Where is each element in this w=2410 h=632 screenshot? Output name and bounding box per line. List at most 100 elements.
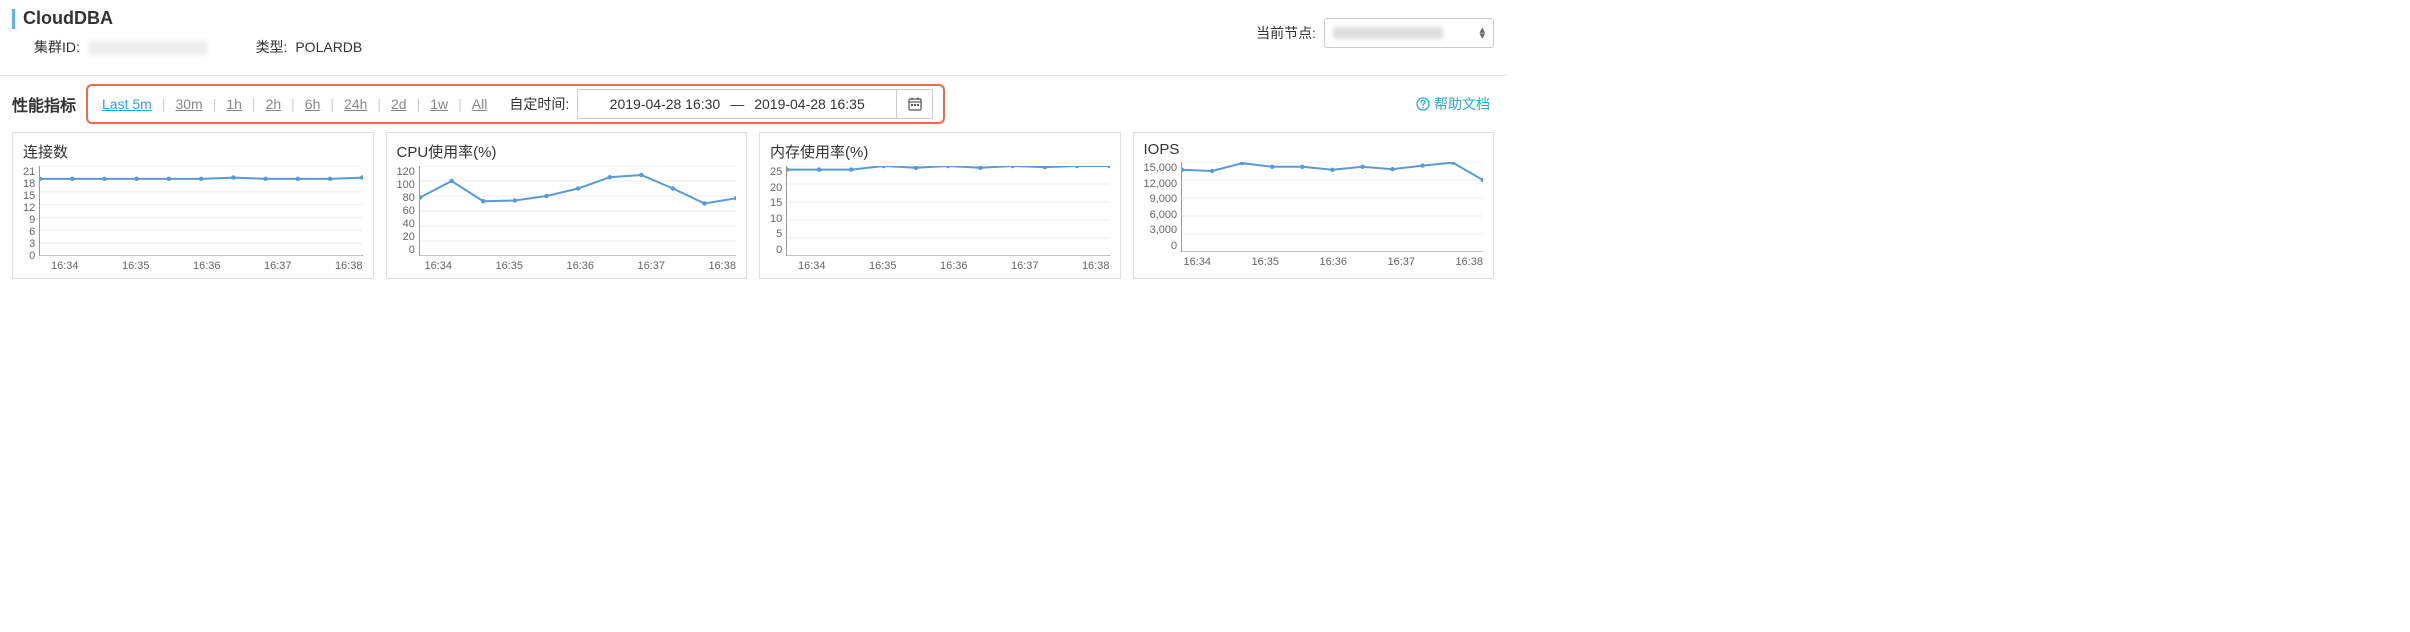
toolbar: 性能指标 Last 5m | 30m | 1h | 2h | 6h | 24h | 2d | 1w | All … <box>0 76 1506 132</box>
x-tick: 16:35 <box>122 260 150 272</box>
chart-card-3: IOPS 15,000 12,000 9,000 6,000 3,000 0 16:34 16:… <box>1133 132 1495 279</box>
y-tick: 0 <box>776 244 782 256</box>
y-tick: 12 <box>23 202 35 214</box>
y-tick: 40 <box>403 218 415 230</box>
y-tick: 0 <box>409 244 415 256</box>
range-separator: | <box>330 96 334 112</box>
y-tick: 20 <box>403 231 415 243</box>
time-range-all[interactable]: All <box>468 96 492 112</box>
current-node-label: 当前节点: <box>1256 23 1316 43</box>
range-separator: | <box>291 96 295 112</box>
x-tick: 16:35 <box>495 260 523 272</box>
y-tick: 10 <box>770 213 782 225</box>
page-title: CloudDBA <box>23 8 113 29</box>
calendar-icon <box>908 97 922 111</box>
chart-title: CPU使用率(%) <box>397 141 737 162</box>
time-range-highlight: Last 5m | 30m | 1h | 2h | 6h | 24h | 2d | 1w | All 自定时间:… <box>86 84 945 124</box>
x-tick: 16:38 <box>335 260 363 272</box>
time-range-last5m[interactable]: Last 5m <box>98 96 156 112</box>
range-separator: | <box>377 96 381 112</box>
x-tick: 16:35 <box>869 260 897 272</box>
y-tick: 3,000 <box>1150 224 1178 236</box>
range-separator: | <box>252 96 256 112</box>
range-separator: | <box>162 96 166 112</box>
range-separator: | <box>417 96 421 112</box>
y-tick: 0 <box>29 250 35 262</box>
range-separator: | <box>213 96 217 112</box>
x-tick: 16:36 <box>566 260 594 272</box>
date-from: 2019-04-28 16:30 <box>610 96 721 112</box>
x-tick: 16:34 <box>425 260 453 272</box>
time-range-24h[interactable]: 24h <box>340 96 371 112</box>
chart-title: 连接数 <box>23 141 363 162</box>
time-range-1h[interactable]: 1h <box>222 96 246 112</box>
y-tick: 20 <box>770 182 782 194</box>
type-label: 类型: <box>256 39 288 55</box>
select-arrows-icon: ▴▾ <box>1479 27 1485 39</box>
section-title: 性能指标 <box>12 92 76 116</box>
y-tick: 80 <box>403 192 415 204</box>
chart-title: 内存使用率(%) <box>770 141 1110 162</box>
x-tick: 16:37 <box>1387 256 1415 268</box>
time-range-6h[interactable]: 6h <box>301 96 325 112</box>
y-tick: 21 <box>23 166 35 178</box>
x-tick: 16:38 <box>708 260 736 272</box>
x-tick: 16:35 <box>1251 256 1279 268</box>
x-tick: 16:36 <box>1319 256 1347 268</box>
y-tick: 3 <box>29 238 35 250</box>
range-separator: | <box>458 96 462 112</box>
time-range-30m[interactable]: 30m <box>171 96 206 112</box>
x-tick: 16:37 <box>264 260 292 272</box>
chart-card-0: 连接数 211815129630 16:34 16:35 16:36 16:37 16:38 <box>12 132 374 279</box>
chart-plot <box>39 166 362 256</box>
x-tick: 16:38 <box>1082 260 1110 272</box>
y-tick: 60 <box>403 205 415 217</box>
date-range-input[interactable]: 2019-04-28 16:30 — 2019-04-28 16:35 <box>577 89 897 119</box>
chart-plot <box>419 166 736 256</box>
date-sep: — <box>730 96 744 112</box>
x-tick: 16:36 <box>940 260 968 272</box>
y-tick: 6 <box>29 226 35 238</box>
time-range-1w[interactable]: 1w <box>426 96 452 112</box>
y-tick: 0 <box>1171 240 1177 252</box>
x-tick: 16:34 <box>798 260 826 272</box>
x-tick: 16:36 <box>193 260 221 272</box>
help-docs-label: 帮助文档 <box>1434 94 1490 114</box>
y-tick: 120 <box>397 166 415 178</box>
x-tick: 16:37 <box>1011 260 1039 272</box>
type-value: POLARDB <box>295 39 362 55</box>
y-tick: 6,000 <box>1150 209 1178 221</box>
y-tick: 100 <box>397 179 415 191</box>
x-tick: 16:37 <box>637 260 665 272</box>
y-tick: 25 <box>770 166 782 178</box>
help-icon <box>1416 97 1430 111</box>
x-tick: 16:38 <box>1455 256 1483 268</box>
y-tick: 9 <box>29 214 35 226</box>
cluster-id-label: 集群ID: <box>34 39 80 55</box>
y-tick: 15,000 <box>1144 162 1178 174</box>
y-tick: 15 <box>770 197 782 209</box>
y-tick: 18 <box>23 178 35 190</box>
title-accent <box>12 9 15 29</box>
node-select[interactable]: ▴▾ <box>1324 18 1494 48</box>
custom-time-label: 自定时间: <box>509 94 569 114</box>
chart-title: IOPS <box>1144 141 1484 158</box>
y-tick: 12,000 <box>1144 178 1178 190</box>
chart-card-2: 内存使用率(%) 25 20 15 10 5 0 16:34 16:35 16:36 16:37 16… <box>759 132 1121 279</box>
x-tick: 16:34 <box>1184 256 1212 268</box>
y-tick: 5 <box>776 228 782 240</box>
time-range-2d[interactable]: 2d <box>387 96 411 112</box>
chart-card-1: CPU使用率(%) 120100806040200 16:34 16:35 16:36 1… <box>386 132 748 279</box>
y-tick: 9,000 <box>1150 193 1178 205</box>
y-tick: 15 <box>23 190 35 202</box>
help-docs-link[interactable]: 帮助文档 <box>1416 94 1490 114</box>
current-node: 当前节点: ▴▾ <box>1256 18 1494 48</box>
chart-plot <box>786 166 1109 256</box>
x-tick: 16:34 <box>51 260 79 272</box>
chart-plot <box>1181 162 1483 252</box>
time-range-2h[interactable]: 2h <box>262 96 286 112</box>
cluster-id-value <box>88 41 208 55</box>
date-to: 2019-04-28 16:35 <box>754 96 865 112</box>
calendar-button[interactable] <box>897 89 933 119</box>
node-select-value <box>1333 27 1443 39</box>
